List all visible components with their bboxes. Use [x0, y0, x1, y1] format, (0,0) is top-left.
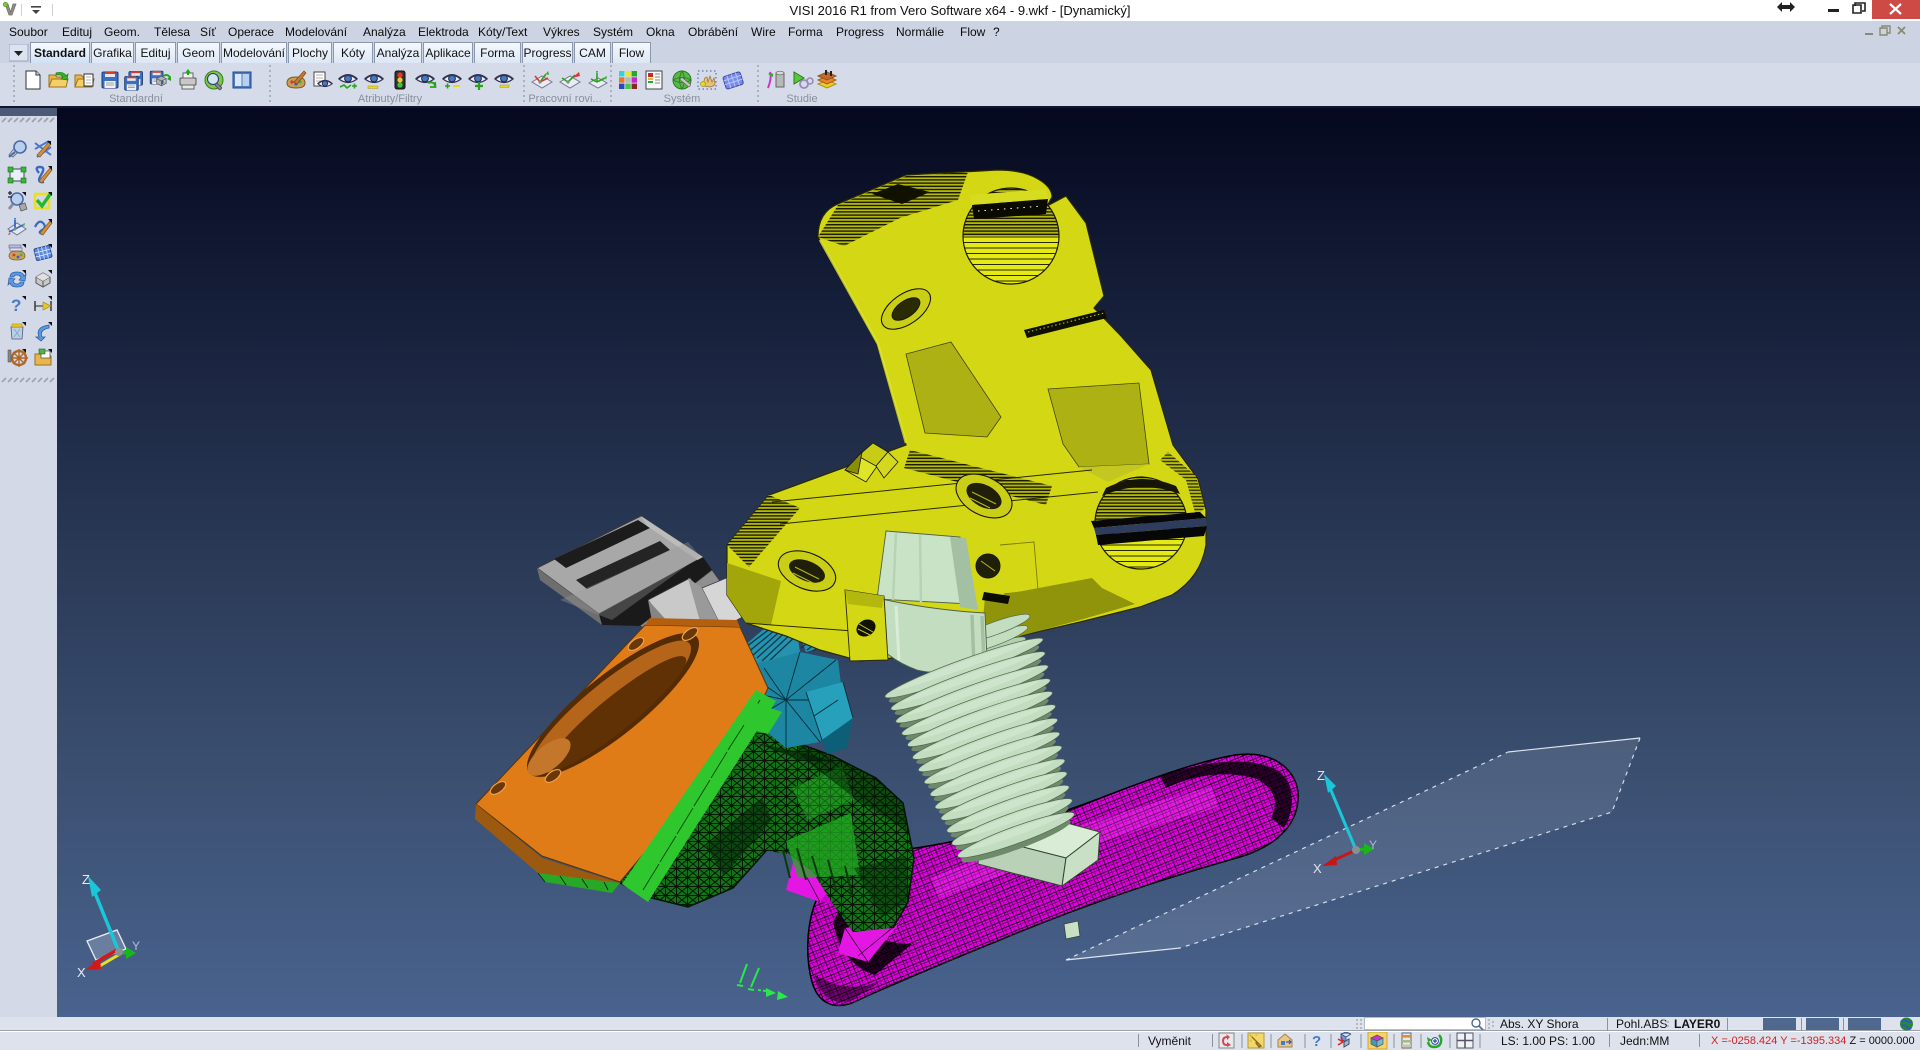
svg-text:Z: Z [1317, 768, 1325, 783]
svg-text:Z: Z [82, 872, 90, 887]
svg-text:Y: Y [132, 939, 140, 953]
svg-text:?: ? [11, 296, 21, 315]
svg-text:?: ? [1312, 1033, 1321, 1050]
svg-text:Y: Y [1369, 838, 1377, 852]
svg-text:X: X [77, 965, 86, 980]
svg-text:X: X [1313, 861, 1322, 876]
